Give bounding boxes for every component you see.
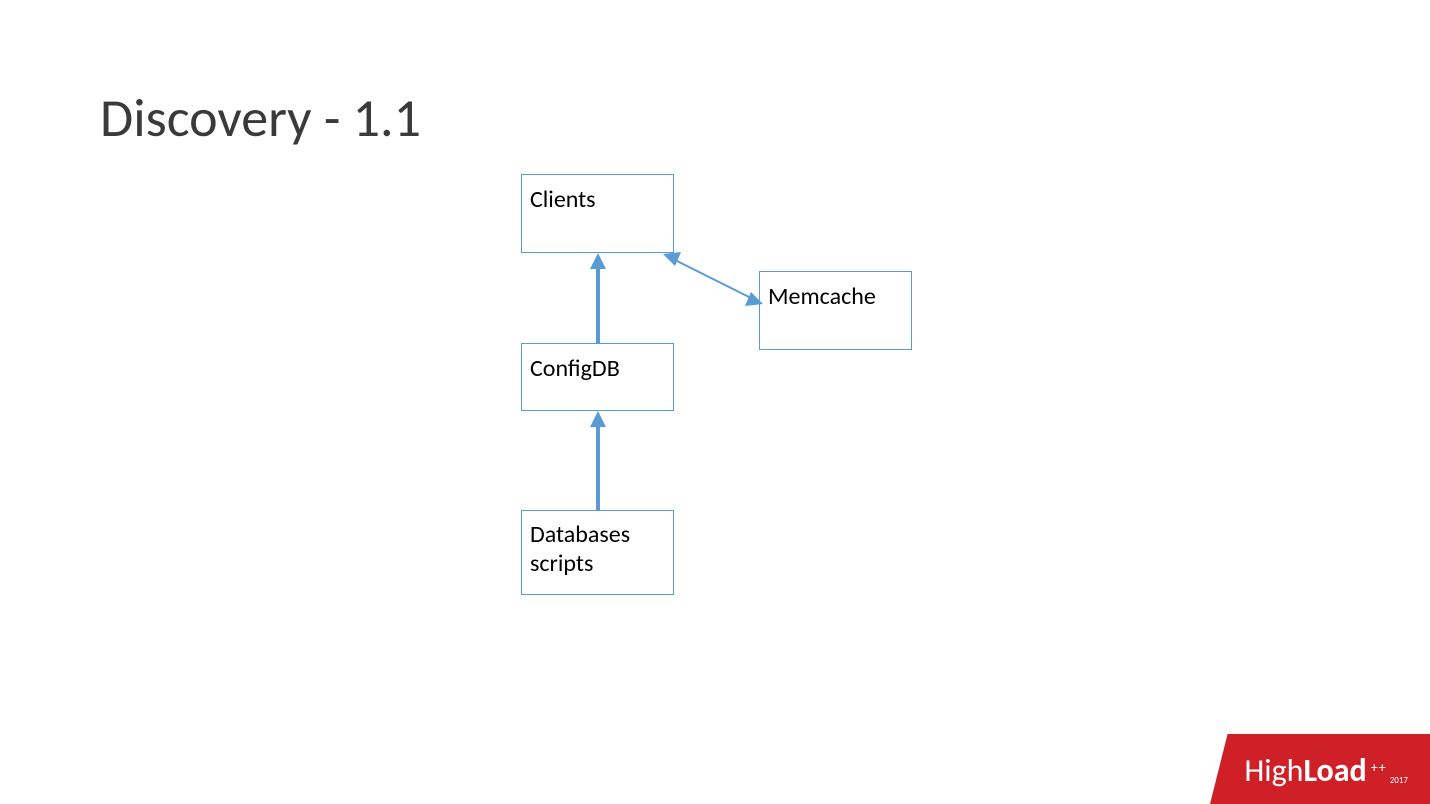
box-configdb-label: ConfigDB	[530, 354, 620, 383]
box-databases: Databases scripts	[521, 510, 674, 595]
logo-year: 2017	[1390, 775, 1408, 786]
logo-bold: Load	[1303, 751, 1366, 790]
box-databases-label: Databases scripts	[530, 521, 665, 579]
arrow-databases-to-configdb	[590, 411, 610, 512]
logo-highload: HighLoad ++ 2017	[1210, 729, 1430, 804]
box-memcache-label: Memcache	[768, 282, 876, 311]
box-configdb: ConfigDB	[521, 343, 674, 411]
box-clients-label: Clients	[530, 185, 596, 214]
arrow-configdb-to-clients	[590, 253, 610, 345]
logo-plus: ++	[1371, 759, 1387, 776]
logo-text: HighLoad ++ 2017	[1244, 751, 1408, 790]
arrow-clients-memcache	[663, 248, 768, 318]
box-memcache: Memcache	[759, 271, 912, 350]
logo-prefix: High	[1244, 751, 1303, 790]
slide-title: Discovery - 1.1	[100, 85, 421, 151]
box-clients: Clients	[521, 174, 674, 253]
